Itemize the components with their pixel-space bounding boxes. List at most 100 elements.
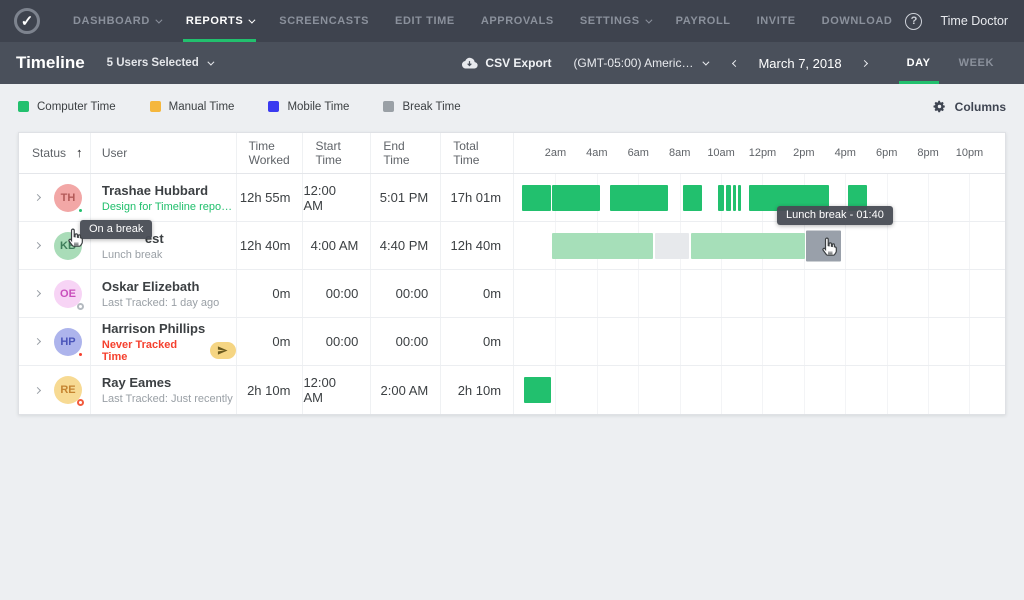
- send-icon: [217, 345, 228, 356]
- total-time-value: 0m: [441, 318, 514, 365]
- timeline-gridline: [845, 270, 846, 317]
- nav-item-payroll[interactable]: PAYROLL: [663, 0, 744, 42]
- user-name[interactable]: Trashae Hubbard: [102, 183, 236, 198]
- brand-link[interactable]: Time Doctor: [940, 14, 1008, 28]
- timeline-bar-segment[interactable]: [552, 233, 653, 259]
- nav-item-screencasts[interactable]: SCREENCASTS: [266, 0, 382, 42]
- nav-item-invite[interactable]: INVITE: [744, 0, 809, 42]
- timeline-gridline: [555, 318, 556, 365]
- axis-tick-label: 2am: [545, 147, 566, 159]
- expand-row-icon[interactable]: [32, 240, 43, 251]
- timeline-bar-segment[interactable]: [726, 185, 731, 211]
- prev-day-button[interactable]: [729, 57, 742, 70]
- chevron-down-icon: [249, 16, 256, 23]
- user-avatar[interactable]: RE: [54, 376, 82, 404]
- end-time-value: 4:40 PM: [371, 222, 441, 269]
- user-subtext-label[interactable]: Design for Timeline repo…: [102, 201, 232, 213]
- status-tooltip: On a break: [80, 220, 152, 239]
- expand-row-icon[interactable]: [32, 385, 43, 396]
- timeline-bar-segment[interactable]: [733, 185, 736, 211]
- nav-item-label: REPORTS: [186, 15, 243, 27]
- axis-tick-label: 12pm: [749, 147, 777, 159]
- user-name[interactable]: Ray Eames: [102, 375, 236, 390]
- total-time-value: 17h 01m: [441, 174, 514, 221]
- nav-item-download[interactable]: DOWNLOAD: [809, 0, 906, 42]
- column-header-status[interactable]: Status ↑: [19, 133, 91, 173]
- column-header-start-time[interactable]: Start Time: [303, 133, 371, 173]
- timeline-gridline: [638, 366, 639, 414]
- column-header-user[interactable]: User: [91, 133, 237, 173]
- timeline-gridline: [680, 270, 681, 317]
- users-selected-dropdown[interactable]: 5 Users Selected: [107, 57, 212, 69]
- timeline-gridline: [597, 318, 598, 365]
- page-title: Timeline: [16, 53, 85, 73]
- timeline-gridline: [928, 318, 929, 365]
- nav-item-dashboard[interactable]: DASHBOARD: [60, 0, 173, 42]
- nav-item-settings[interactable]: SETTINGS: [567, 0, 663, 42]
- legend-swatch-icon: [18, 101, 29, 112]
- hand-cursor-icon: [66, 227, 85, 253]
- timeline-gridline: [928, 366, 929, 414]
- timeline-bar-segment[interactable]: [738, 185, 741, 211]
- help-icon[interactable]: ?: [905, 13, 922, 30]
- timeline-bar-segment[interactable]: [718, 185, 724, 211]
- tab-week[interactable]: WEEK: [945, 42, 1008, 84]
- start-time-value: 12:00 AM: [303, 174, 371, 221]
- nav-item-edit-time[interactable]: EDIT TIME: [382, 0, 468, 42]
- timeline-gridline: [887, 318, 888, 365]
- cloud-export-icon: [461, 57, 478, 70]
- columns-button[interactable]: Columns: [932, 99, 1006, 114]
- start-time-header-label: Start Time: [315, 139, 349, 167]
- user-avatar[interactable]: HP: [54, 328, 82, 356]
- timeline-bar-segment[interactable]: [683, 185, 702, 211]
- timeline-bar-segment[interactable]: [552, 185, 600, 211]
- end-time-value: 2:00 AM: [371, 366, 441, 414]
- timeline-gridline: [721, 318, 722, 365]
- user-subtext-label: Never Tracked Time: [102, 339, 203, 363]
- timeline-gridline: [928, 174, 929, 221]
- nav-right: ? Time Doctor Saso Markoski SM: [905, 7, 1024, 35]
- end-time-value: 00:00: [371, 270, 441, 317]
- total-time-header-label: Total Time: [453, 139, 487, 167]
- csv-export-button[interactable]: CSV Export: [461, 56, 551, 70]
- user-name[interactable]: Harrison Phillips: [102, 321, 236, 336]
- next-day-button[interactable]: [858, 57, 871, 70]
- total-time-value: 12h 40m: [441, 222, 514, 269]
- nav-item-approvals[interactable]: APPROVALS: [468, 0, 567, 42]
- user-name[interactable]: Oskar Elizebath: [102, 279, 236, 294]
- report-toolbar: Timeline 5 Users Selected CSV Export (GM…: [0, 42, 1024, 84]
- timeline-bar-segment[interactable]: [610, 185, 668, 211]
- send-reminder-button[interactable]: [210, 342, 235, 359]
- timezone-dropdown[interactable]: (GMT-05:00) Americ…: [573, 56, 707, 70]
- status-header-label: Status: [32, 146, 66, 160]
- user-avatar[interactable]: TH: [54, 184, 82, 212]
- timeline-track: [514, 174, 1005, 221]
- expand-row-icon[interactable]: [32, 288, 43, 299]
- timeline-bar-segment[interactable]: [691, 233, 805, 259]
- user-avatar[interactable]: OE: [54, 280, 82, 308]
- timeline-gridline: [845, 318, 846, 365]
- timeline-gridline: [969, 270, 970, 317]
- total-time-value: 0m: [441, 270, 514, 317]
- timeline-track: [514, 270, 1005, 317]
- user-header-label: User: [102, 146, 127, 160]
- tab-day[interactable]: DAY: [893, 42, 945, 84]
- timedoctor-logo-icon[interactable]: ✓: [14, 8, 40, 34]
- start-time-value: 00:00: [303, 318, 371, 365]
- users-selected-label: 5 Users Selected: [107, 57, 199, 69]
- expand-row-icon[interactable]: [32, 192, 43, 203]
- timeline-bar-segment[interactable]: [655, 233, 689, 259]
- timeline-bar-segment[interactable]: [524, 377, 551, 403]
- chevron-down-icon: [207, 58, 214, 65]
- status-dot: [77, 207, 84, 214]
- user-subtext-label: Lunch break: [102, 249, 163, 261]
- column-header-time-worked[interactable]: Time Worked: [237, 133, 304, 173]
- column-header-total-time[interactable]: Total Time: [441, 133, 514, 173]
- nav-item-reports[interactable]: REPORTS: [173, 0, 266, 42]
- expand-row-icon[interactable]: [32, 336, 43, 347]
- table-row: RERay EamesLast Tracked: Just recently2h…: [19, 366, 1005, 414]
- status-dot: [77, 399, 84, 406]
- timeline-gridline: [762, 318, 763, 365]
- column-header-end-time[interactable]: End Time: [371, 133, 441, 173]
- timeline-bar-segment[interactable]: [522, 185, 551, 211]
